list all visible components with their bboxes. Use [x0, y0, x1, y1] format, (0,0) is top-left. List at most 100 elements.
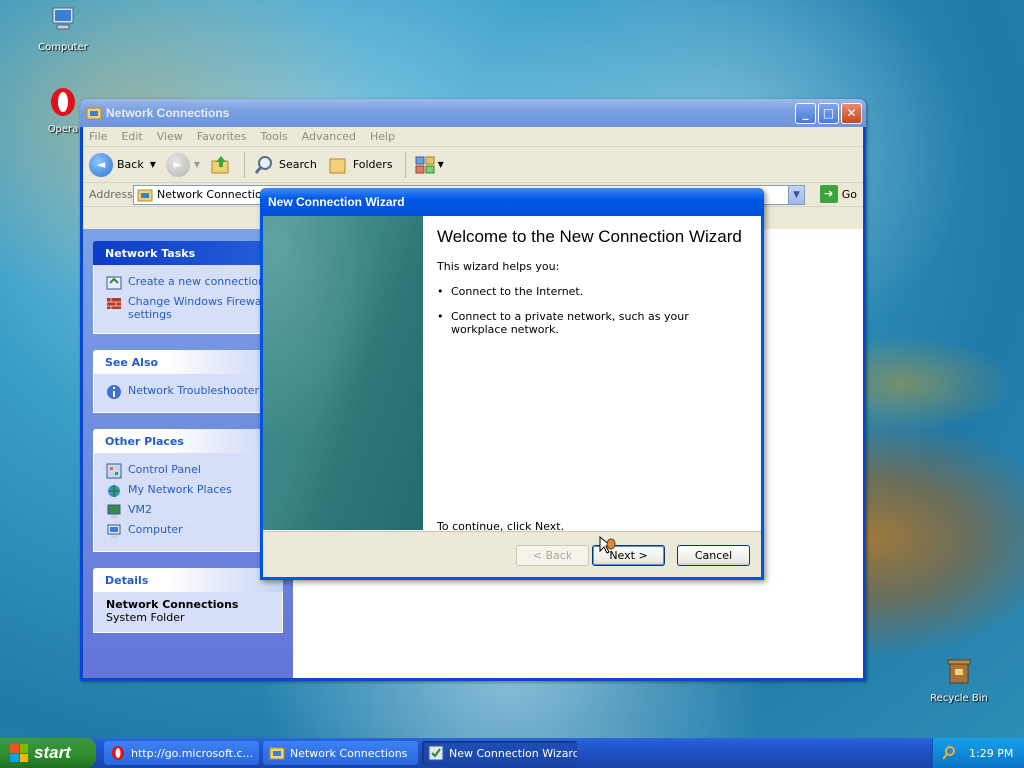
- bullet-text: Connect to the Internet.: [451, 285, 584, 298]
- search-button[interactable]: Search: [253, 154, 317, 176]
- chevron-down-icon[interactable]: ▼: [150, 160, 156, 169]
- window-title: Network Connections: [106, 106, 230, 120]
- taskbar-button-browser[interactable]: http://go.microsoft.c...: [104, 741, 259, 765]
- menu-edit[interactable]: Edit: [121, 130, 142, 143]
- start-button[interactable]: start: [0, 738, 96, 768]
- bullet-icon: •: [437, 310, 444, 323]
- control-panel-icon: [106, 463, 122, 479]
- see-also-panel: See Also Network Troubleshooter: [93, 350, 283, 413]
- new-connection-wizard-dialog: New Connection Wizard Welcome to the New…: [260, 188, 764, 580]
- details-panel: Details Network Connections System Folde…: [93, 568, 283, 633]
- menu-file[interactable]: File: [89, 130, 107, 143]
- task-label: http://go.microsoft.c...: [131, 746, 254, 760]
- desktop-icon-computer[interactable]: Computer: [28, 4, 98, 53]
- menu-advanced[interactable]: Advanced: [302, 130, 356, 143]
- address-label: Address: [89, 188, 133, 201]
- go-button[interactable]: ➔ Go: [819, 185, 857, 203]
- computer-icon: [52, 7, 74, 30]
- link-label: Computer: [128, 523, 183, 536]
- network-folder-icon: [269, 747, 285, 760]
- link-label: Change Windows Firewall settings: [128, 295, 268, 321]
- opera-icon: [51, 88, 75, 116]
- minimize-button[interactable]: _: [795, 103, 816, 124]
- link-label: My Network Places: [128, 483, 232, 496]
- change-firewall-settings-link[interactable]: Change Windows Firewall settings: [106, 295, 272, 321]
- network-tasks-header[interactable]: Network Tasks: [93, 241, 283, 265]
- network-folder-icon: [137, 189, 153, 201]
- task-label: Network Connections: [290, 746, 408, 760]
- address-value: Network Connections: [157, 188, 275, 201]
- see-also-header[interactable]: See Also: [93, 350, 283, 374]
- taskbar: start http://go.microsoft.c... Network C…: [0, 738, 1024, 768]
- wizard-intro: This wizard helps you:: [437, 260, 560, 273]
- vm2-link[interactable]: VM2: [106, 503, 272, 519]
- folders-button[interactable]: Folders: [327, 154, 393, 176]
- wizard-icon: [428, 745, 444, 761]
- taskbar-button-network-connections[interactable]: Network Connections: [263, 741, 418, 765]
- menu-view[interactable]: View: [157, 130, 183, 143]
- clock[interactable]: 1:29 PM: [969, 747, 1013, 760]
- close-button[interactable]: ✕: [841, 103, 862, 124]
- search-icon[interactable]: [941, 745, 957, 761]
- details-header[interactable]: Details: [93, 568, 283, 592]
- windows-logo-icon: [10, 744, 28, 762]
- info-icon: [107, 385, 121, 399]
- create-new-connection-link[interactable]: Create a new connection: [106, 275, 272, 291]
- desktop-icon-label: Computer: [38, 42, 88, 53]
- address-dropdown-button[interactable]: ▼: [788, 185, 805, 205]
- other-places-panel: Other Places Control Panel My Network Pl…: [93, 429, 283, 552]
- computer-icon: [107, 524, 121, 538]
- link-label: VM2: [128, 503, 153, 516]
- forward-button[interactable]: ► ▼: [165, 152, 201, 177]
- menu-help[interactable]: Help: [370, 130, 395, 143]
- forward-arrow-icon: ►: [165, 152, 190, 177]
- details-type: System Folder: [106, 611, 185, 624]
- other-places-header[interactable]: Other Places: [93, 429, 283, 453]
- search-icon: [254, 155, 273, 174]
- my-network-places-link[interactable]: My Network Places: [106, 483, 272, 499]
- wizard-heading: Welcome to the New Connection Wizard: [437, 227, 742, 246]
- wizard-bullet: • Connect to the Internet.: [437, 285, 751, 298]
- up-folder-icon: [211, 155, 229, 173]
- computer-link[interactable]: Computer: [106, 523, 272, 539]
- bullet-icon: •: [437, 285, 444, 298]
- recycle-bin-icon: [947, 659, 971, 684]
- taskbar-button-new-connection-wizard[interactable]: New Connection Wizard: [422, 741, 577, 765]
- toolbar-separator: [404, 151, 406, 178]
- busy-cursor-icon: [599, 535, 616, 554]
- toolbar: ◄ Back ▼ ► ▼ Search Folders ▼: [83, 147, 863, 183]
- back-button[interactable]: ◄ Back ▼: [89, 152, 156, 177]
- menu-tools[interactable]: Tools: [261, 130, 288, 143]
- opera-icon: [112, 746, 124, 760]
- bullet-text: Connect to a private network, such as yo…: [451, 310, 689, 336]
- link-label: Network Troubleshooter: [128, 384, 260, 397]
- start-label: start: [34, 743, 71, 762]
- search-label: Search: [279, 158, 317, 171]
- link-label: Control Panel: [128, 463, 201, 476]
- back-button[interactable]: < Back: [516, 545, 589, 566]
- menu-favorites[interactable]: Favorites: [197, 130, 247, 143]
- chevron-down-icon: ▼: [437, 160, 444, 169]
- cancel-button[interactable]: Cancel: [677, 545, 750, 566]
- window-titlebar[interactable]: Network Connections _ □ ✕: [80, 99, 866, 127]
- menu-bar: File Edit View Favorites Tools Advanced …: [83, 127, 863, 147]
- wizard-title: New Connection Wizard: [268, 195, 405, 209]
- desktop-icon-recycle-bin[interactable]: Recycle Bin: [924, 655, 994, 704]
- system-tray: 1:29 PM: [932, 738, 1024, 768]
- folders-label: Folders: [352, 158, 393, 171]
- up-folder-button[interactable]: [210, 154, 232, 176]
- wizard-titlebar[interactable]: New Connection Wizard: [260, 188, 764, 216]
- computer-icon: [107, 504, 121, 518]
- wizard-side-banner: [263, 216, 423, 530]
- chevron-down-icon: ▼: [193, 160, 201, 169]
- wizard-bullet: • Connect to a private network, such as …: [437, 310, 751, 336]
- views-button[interactable]: ▼: [414, 154, 444, 176]
- control-panel-link[interactable]: Control Panel: [106, 463, 272, 479]
- views-icon: [415, 156, 435, 173]
- network-tasks-panel: Network Tasks Create a new connection Ch…: [93, 241, 283, 334]
- folders-icon: [329, 158, 346, 173]
- network-troubleshooter-link[interactable]: Network Troubleshooter: [106, 384, 272, 400]
- maximize-button[interactable]: □: [818, 103, 839, 124]
- back-arrow-icon: ◄: [89, 152, 113, 177]
- go-arrow-icon: ➔: [819, 185, 838, 203]
